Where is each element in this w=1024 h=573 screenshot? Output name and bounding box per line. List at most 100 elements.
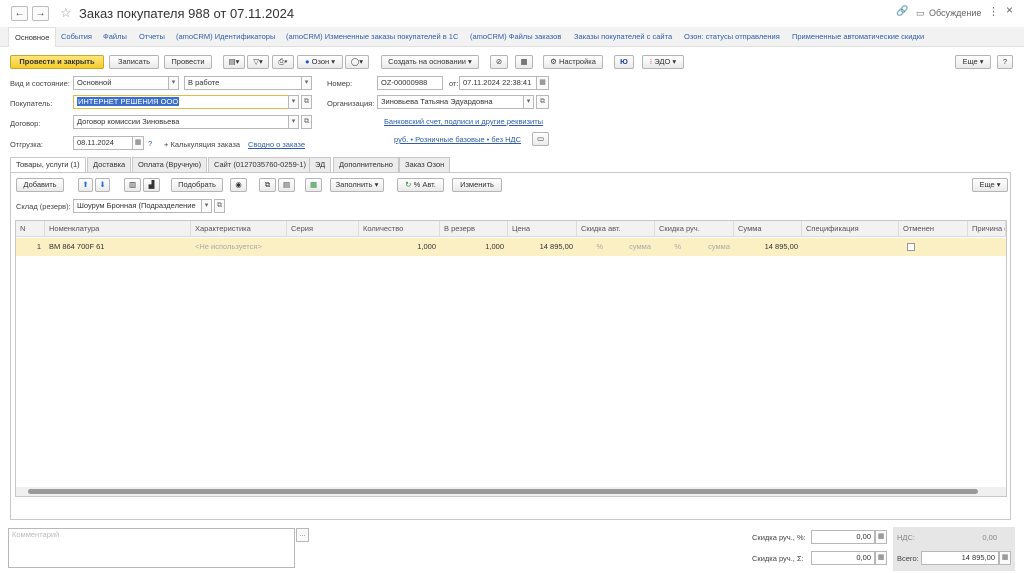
column-header-cancelled[interactable]: Отменен <box>899 221 968 237</box>
cell-series[interactable] <box>287 238 359 256</box>
manual-discount-sum-field[interactable]: 0,00 <box>811 551 875 565</box>
column-header-specification[interactable]: Спецификация <box>802 221 899 237</box>
comment-field[interactable]: Комментарий <box>8 528 295 568</box>
tab-delivery[interactable]: Доставка <box>87 157 132 172</box>
document-icon[interactable]: ▤▾ <box>223 55 245 69</box>
nav-link-amocrm-files[interactable]: (amoCRM) Файлы заказов <box>470 32 561 41</box>
save-button[interactable]: Записать <box>109 55 159 69</box>
cell-sum[interactable]: 14 895,00 <box>734 238 802 256</box>
edo-button[interactable]: ⁝ ЭДО ▾ <box>642 55 684 69</box>
calendar-icon[interactable]: ▦ <box>536 76 549 90</box>
order-summary-link[interactable]: Сводно о заказе <box>248 140 305 149</box>
tab-ed[interactable]: ЭД <box>309 157 332 172</box>
contract-field[interactable]: Договор комиссии Зиновьева <box>73 115 289 129</box>
contract-open-icon[interactable]: ⧉ <box>301 115 312 129</box>
column-header-n[interactable]: N <box>16 221 45 237</box>
cell-reserve[interactable]: 1,000 <box>440 238 508 256</box>
post-button[interactable]: Провести <box>164 55 212 69</box>
calculator-icon[interactable]: ▭ <box>532 132 549 146</box>
column-header-manual-discount[interactable]: Скидка руч. <box>655 221 734 237</box>
column-header-auto-discount[interactable]: Скидка авт. <box>577 221 655 237</box>
price-type-link[interactable]: руб. • Розничные базовые • без НДС <box>394 135 521 144</box>
column-header-price[interactable]: Цена <box>508 221 577 237</box>
column-header-item[interactable]: Номенклатура <box>45 221 191 237</box>
nav-link-auto-discounts[interactable]: Примененные автоматические скидки <box>792 32 924 41</box>
state-dropdown-icon[interactable]: ▾ <box>301 76 312 90</box>
warehouse-field[interactable]: Шоурум Бронная (Подразделение <box>73 199 202 213</box>
nav-link-reports[interactable]: Отчеты <box>139 32 165 41</box>
cell-cancelled[interactable] <box>903 238 923 256</box>
move-down-icon[interactable]: ⬇ <box>95 178 110 192</box>
nav-link-main[interactable]: Основное <box>8 27 57 47</box>
org-field[interactable]: Зиновьева Татьяна Эдуардовна <box>377 95 524 109</box>
column-header-reason[interactable]: Причина о <box>968 221 1006 237</box>
move-up-icon[interactable]: ⬆ <box>78 178 93 192</box>
contract-dropdown-icon[interactable]: ▾ <box>288 115 299 129</box>
bank-details-link[interactable]: Банковский счет, подписи и другие реквиз… <box>384 117 543 126</box>
tab-site[interactable]: Сайт (0127035760-0259-1) <box>208 157 312 172</box>
buyer-open-icon[interactable]: ⧉ <box>301 95 312 109</box>
shipment-calendar-icon[interactable]: ▦ <box>132 136 144 150</box>
create-based-on-button[interactable]: Создать на основании ▾ <box>381 55 479 69</box>
more-icon[interactable]: ⋮ <box>988 5 999 18</box>
copy-icon[interactable]: ⧉ <box>259 178 276 192</box>
shipment-date-field[interactable]: 08.11.2024 <box>73 136 133 150</box>
cell-manual-discount-sum[interactable]: сумма <box>685 238 734 256</box>
cell-auto-discount-sum[interactable]: сумма <box>607 238 655 256</box>
ozon-button[interactable]: ● Озон ▾ <box>297 55 343 69</box>
fill-button[interactable]: Заполнить ▾ <box>330 178 384 192</box>
favorite-star-icon[interactable]: ☆ <box>60 5 72 21</box>
table-more-button[interactable]: Еще ▾ <box>972 178 1008 192</box>
nav-link-files[interactable]: Файлы <box>103 32 127 41</box>
pick-button[interactable]: Подобрать <box>171 178 223 192</box>
table-icon[interactable]: ▦ <box>305 178 322 192</box>
order-calculation-link[interactable]: + Калькуляция заказа <box>164 140 240 149</box>
structure-icon[interactable]: ▦ <box>515 55 533 69</box>
manual-discount-sum-calc-icon[interactable]: ▦ <box>875 551 887 565</box>
paste-icon[interactable]: ▤ <box>278 178 295 192</box>
tab-additional[interactable]: Дополнительно <box>333 157 399 172</box>
column-header-characteristic[interactable]: Характеристика <box>191 221 287 237</box>
number-field[interactable]: OZ-00000988 <box>377 76 443 90</box>
kind-dropdown-icon[interactable]: ▾ <box>168 76 179 90</box>
status-circle-icon[interactable]: ◯▾ <box>345 55 369 69</box>
change-button[interactable]: Изменить <box>452 178 502 192</box>
nav-link-ozon-status[interactable]: Озон: статусы отправления <box>684 32 780 41</box>
discussion-button[interactable]: Обсуждение <box>929 8 981 18</box>
nav-link-site-orders[interactable]: Заказы покупателей с сайта <box>574 32 672 41</box>
state-field[interactable]: В работе <box>184 76 302 90</box>
nav-link-amocrm-changed[interactable]: (amoCRM) Измененные заказы покупателей в… <box>286 32 458 41</box>
column-header-series[interactable]: Серия <box>287 221 359 237</box>
shipment-help-icon[interactable]: ? <box>148 139 152 148</box>
chart-icon[interactable]: ▟ <box>143 178 160 192</box>
tab-goods[interactable]: Товары, услуги (1) <box>10 157 86 173</box>
close-icon[interactable]: × <box>1006 3 1013 17</box>
tab-payment[interactable]: Оплата (Вручную) <box>132 157 208 172</box>
cell-characteristic[interactable]: <Не используется> <box>191 238 287 256</box>
column-header-reserve[interactable]: В резерв <box>440 221 508 237</box>
kind-field[interactable]: Основной <box>73 76 169 90</box>
link-icon[interactable]: 🔗 <box>896 6 908 17</box>
forward-button[interactable]: → <box>32 6 49 21</box>
column-header-quantity[interactable]: Количество <box>359 221 440 237</box>
horizontal-scrollbar[interactable] <box>16 487 1006 496</box>
warehouse-dropdown-icon[interactable]: ▾ <box>201 199 212 213</box>
scrollbar-thumb[interactable] <box>28 489 978 494</box>
cancelled-checkbox[interactable] <box>907 243 915 252</box>
cell-specification[interactable] <box>802 238 899 256</box>
auto-discount-button[interactable]: ↻ % Авт. <box>397 178 444 192</box>
total-calc-icon[interactable]: ▦ <box>999 551 1011 565</box>
warehouse-open-icon[interactable]: ⧉ <box>214 199 225 213</box>
manual-discount-pct-field[interactable]: 0,00 <box>811 530 875 544</box>
nav-link-events[interactable]: События <box>61 32 92 41</box>
org-dropdown-icon[interactable]: ▾ <box>523 95 534 109</box>
cell-item[interactable]: BM 864 700F 61 <box>45 238 191 256</box>
attachment-icon[interactable]: ⊘ <box>490 55 508 69</box>
cell-quantity[interactable]: 1,000 <box>359 238 440 256</box>
org-open-icon[interactable]: ⧉ <box>536 95 549 109</box>
column-header-sum[interactable]: Сумма <box>734 221 802 237</box>
discussion-icon[interactable]: ▭ <box>916 8 925 19</box>
nav-link-amocrm-ids[interactable]: (amoCRM) Идентификаторы <box>176 32 275 41</box>
help-button[interactable]: ? <box>997 55 1013 69</box>
barcode-icon[interactable]: ▥ <box>124 178 141 192</box>
